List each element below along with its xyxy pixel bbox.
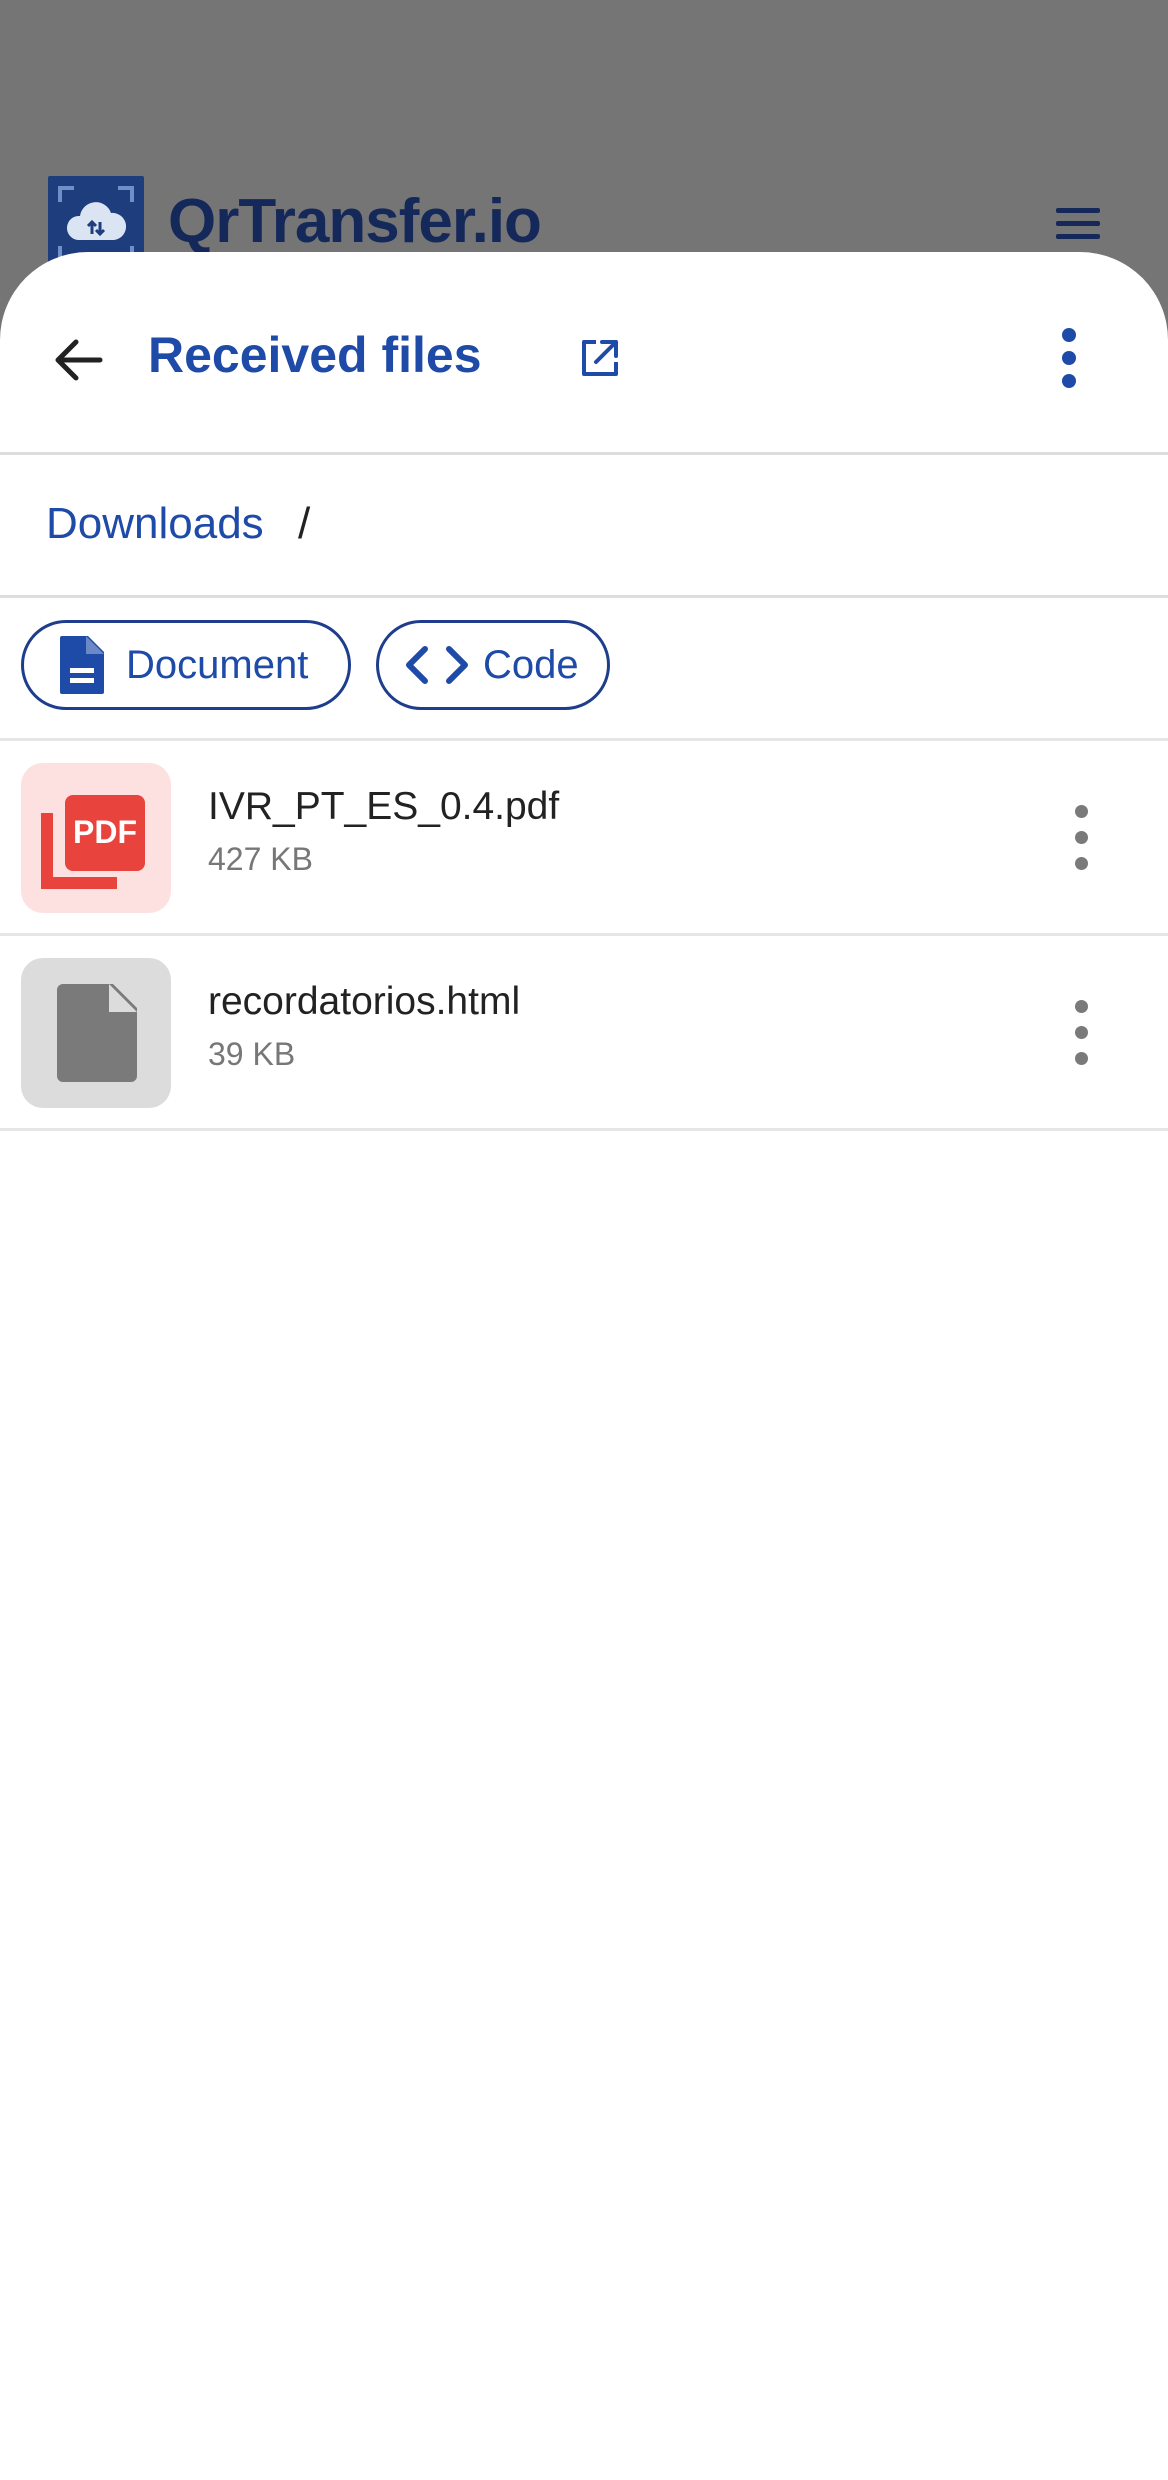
file-row[interactable]: PDF IVR_PT_ES_0.4.pdf 427 KB: [0, 741, 1168, 936]
arrow-left-icon[interactable]: [48, 328, 112, 392]
more-vertical-icon[interactable]: [1068, 996, 1096, 1072]
file-size: 39 KB: [208, 1036, 296, 1072]
breadcrumb-separator: /: [298, 499, 311, 548]
filter-chip-document[interactable]: Document: [21, 620, 351, 710]
file-row[interactable]: recordatorios.html 39 KB: [0, 936, 1168, 1131]
filter-chip-code-label: Code: [483, 642, 579, 687]
file-size: 427 KB: [208, 841, 313, 877]
filter-chip-code[interactable]: Code: [376, 620, 610, 710]
more-vertical-icon[interactable]: [1052, 326, 1088, 390]
breadcrumb-downloads[interactable]: Downloads: [46, 499, 264, 549]
more-vertical-icon[interactable]: [1068, 801, 1096, 877]
open-external-icon[interactable]: [578, 336, 622, 380]
document-icon: [60, 636, 104, 694]
svg-text:PDF: PDF: [73, 814, 137, 850]
pdf-file-icon: PDF: [21, 763, 171, 913]
file-name: recordatorios.html: [208, 980, 521, 1023]
breadcrumb: Downloads /: [0, 455, 1168, 598]
code-icon: [406, 646, 468, 684]
file-name: IVR_PT_ES_0.4.pdf: [208, 785, 560, 828]
brand-name: QrTransfer.io: [168, 187, 542, 256]
sheet-title: Received files: [148, 327, 482, 383]
generic-file-icon: [21, 958, 171, 1108]
hamburger-menu-icon[interactable]: [1052, 206, 1104, 242]
sheet-header: Received files: [0, 252, 1168, 455]
filter-chip-document-label: Document: [126, 642, 309, 687]
received-files-sheet: Received files Downloads / Document Code…: [0, 252, 1168, 2480]
filter-chips: Document Code: [0, 598, 1168, 741]
